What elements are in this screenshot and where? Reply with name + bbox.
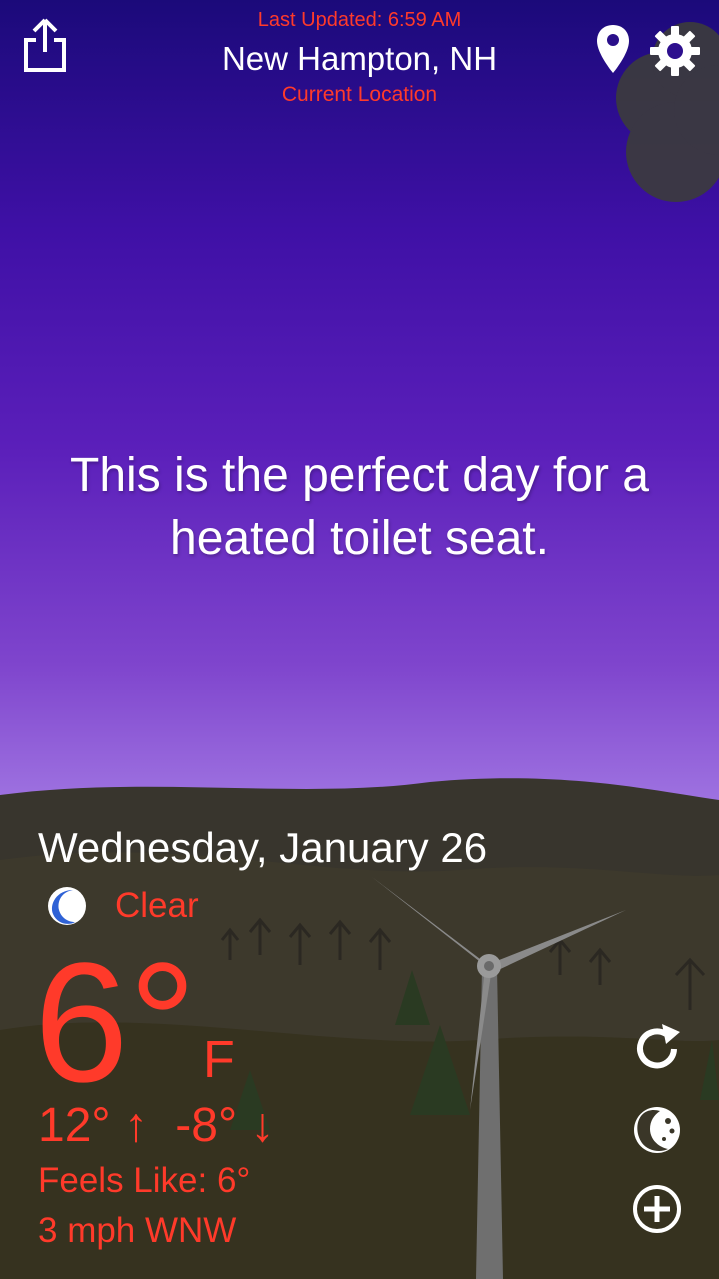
weather-message: This is the perfect day for a heated toi…: [20, 444, 699, 570]
moon-icon: [48, 887, 86, 925]
gear-icon: [650, 26, 700, 76]
theme-icon: [634, 1107, 680, 1153]
refresh-icon: [637, 1024, 680, 1069]
low-temp: -8°: [175, 1099, 238, 1152]
message-line-2: heated toilet seat.: [170, 512, 549, 565]
location-button[interactable]: [596, 24, 630, 74]
message-line-1: This is the perfect day for a: [70, 449, 649, 502]
high-low: 12° ↑ -8° ↓: [38, 1098, 275, 1153]
date-label: Wednesday, January 26: [38, 824, 488, 871]
arrow-down-icon: ↓: [250, 1099, 275, 1152]
map-pin-icon: [597, 25, 629, 73]
add-icon: [633, 1185, 681, 1233]
temperature-value: 6°: [34, 928, 197, 1118]
arrow-up-icon: ↑: [123, 1099, 148, 1152]
feels-like-label: Feels Like: 6°: [38, 1161, 251, 1200]
add-location-button[interactable]: [630, 1182, 684, 1236]
refresh-button[interactable]: [630, 1022, 684, 1076]
wind-label: 3 mph WNW: [38, 1211, 237, 1250]
settings-button[interactable]: [648, 24, 702, 78]
condition-label: Clear: [115, 886, 199, 925]
temperature-unit[interactable]: F: [203, 1030, 235, 1090]
condition-icon-wrap: [47, 884, 87, 928]
current-location-label: Current Location: [281, 83, 438, 106]
high-temp: 12°: [38, 1099, 111, 1152]
theme-button[interactable]: [630, 1103, 684, 1157]
